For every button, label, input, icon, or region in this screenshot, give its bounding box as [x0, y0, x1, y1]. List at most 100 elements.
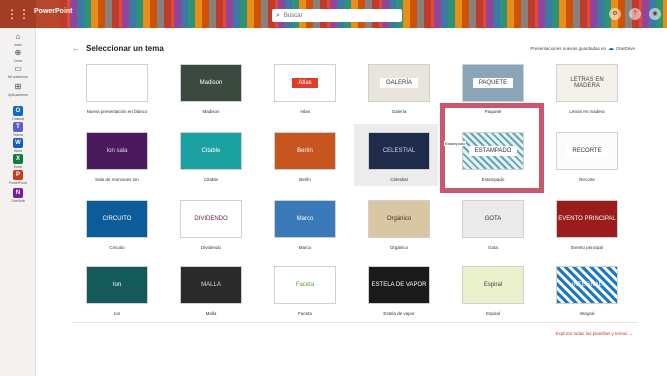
theme-label: Espiral	[486, 311, 500, 316]
theme-thumbnail[interactable]: INTEGRAL	[556, 266, 618, 304]
theme-tile-faceta[interactable]: Faceta Faceta	[263, 266, 347, 316]
theme-thumbnail-text: CELESTIAL	[382, 148, 416, 154]
theme-tile-recorte[interactable]: RECORTE Recorte	[545, 132, 629, 182]
theme-label: Faceta	[298, 311, 312, 316]
theme-thumbnail[interactable]: GALERÍA	[368, 64, 430, 102]
rail-item-outlook[interactable]: O Outlook	[0, 106, 36, 121]
theme-thumbnail[interactable]: EVENTO PRINCIPAL	[556, 200, 618, 238]
rail-item-word[interactable]: W Word	[0, 138, 36, 153]
rail-item-label: Teams	[12, 133, 24, 137]
rail-item-files[interactable]: ▭ Mi contenido	[0, 64, 36, 79]
theme-thumbnail-text: ESTELA DE VAPOR	[371, 282, 427, 288]
app-launcher-icon[interactable]: ⋮⋮	[0, 0, 36, 28]
theme-tile-madison[interactable]: Madison Madison	[169, 64, 253, 114]
page-title: Seleccionar un tema	[86, 44, 164, 53]
theme-tile-dividendo[interactable]: DIVIDENDO Dividendo	[169, 200, 253, 250]
theme-tooltip: Estampado	[444, 141, 467, 146]
theme-label: Galería	[391, 109, 407, 114]
theme-thumbnail[interactable]: Atlas	[274, 64, 336, 102]
theme-tile-atlas[interactable]: Atlas Atlas	[263, 64, 347, 114]
theme-label: Malla	[205, 311, 217, 316]
theme-thumbnail[interactable]: GOTA	[462, 200, 524, 238]
theme-label: Atlas	[299, 109, 310, 114]
theme-thumbnail-text: GOTA	[484, 216, 502, 222]
theme-thumbnail-text: Espiral	[483, 282, 503, 288]
help-icon[interactable]: ?	[629, 8, 641, 20]
account-avatar[interactable]: ◉	[649, 8, 661, 20]
theme-tile-organico[interactable]: Orgánico Orgánico	[357, 200, 441, 250]
theme-thumbnail[interactable]: Faceta	[274, 266, 336, 304]
create-icon: ⊕	[14, 48, 22, 57]
theme-tile-circuito[interactable]: CIRCUITO Circuito	[75, 200, 159, 250]
app-name[interactable]: PowerPoint	[34, 8, 73, 15]
rail-item-onenote[interactable]: N OneNote	[0, 188, 36, 203]
rail-item-powerpoint[interactable]: P PowerPoint	[0, 170, 36, 185]
rail-item-apps[interactable]: ⊞ Aplicaciones	[0, 82, 36, 97]
back-arrow-icon[interactable]: ←	[72, 44, 80, 53]
rail-item-create[interactable]: ⊕ Crear	[0, 48, 36, 63]
selection-highlight-box	[440, 103, 544, 193]
theme-tile-ion-sala[interactable]: Ion sala Sala de reuniones Ion	[75, 132, 159, 182]
theme-thumbnail-text: Marco	[296, 216, 314, 222]
theme-thumbnail-text: PAQUETE	[472, 78, 514, 88]
theme-tile-evento[interactable]: EVENTO PRINCIPAL Evento principal	[545, 200, 629, 250]
theme-thumbnail[interactable]: PAQUETE	[462, 64, 524, 102]
theme-thumbnail-text: Madison	[199, 80, 223, 86]
theme-thumbnail-text: Berlín	[297, 148, 313, 154]
theme-label: Dividendo	[200, 245, 221, 250]
theme-thumbnail-text: LETRAS EN MADERA	[570, 77, 604, 89]
theme-thumbnail[interactable]: Madison	[180, 64, 242, 102]
rail-item-home[interactable]: ⌂ Inicio	[0, 32, 36, 47]
theme-thumbnail[interactable]: Ion	[86, 266, 148, 304]
powerpoint-icon: P	[13, 170, 23, 180]
theme-thumbnail[interactable]: Citable	[180, 132, 242, 170]
rail-item-label: OneNote	[10, 199, 25, 203]
excel-icon: X	[13, 154, 23, 164]
theme-thumbnail[interactable]	[86, 64, 148, 102]
theme-label: Ion	[113, 311, 121, 316]
theme-tile-malla[interactable]: MALLA Malla	[169, 266, 253, 316]
home-icon: ⌂	[15, 32, 21, 41]
theme-thumbnail[interactable]: Marco	[274, 200, 336, 238]
theme-tile-gota[interactable]: GOTA Gota	[451, 200, 535, 250]
theme-tile-estela[interactable]: ESTELA DE VAPOR Estela de vapor	[357, 266, 441, 316]
theme-tile-galeria[interactable]: GALERÍA Galería	[357, 64, 441, 114]
theme-tile-blank[interactable]: Nueva presentación en blanco	[75, 64, 159, 114]
rail-item-excel[interactable]: X Excel	[0, 154, 36, 169]
rail-item-label: Outlook	[11, 117, 25, 121]
outlook-icon: O	[13, 106, 23, 116]
onedrive-label: OneDrive	[615, 46, 635, 51]
theme-tile-citable[interactable]: Citable Citable	[169, 132, 253, 182]
theme-tile-madera[interactable]: LETRAS EN MADERA Letras en madera	[545, 64, 629, 114]
theme-label: Letras en madera	[569, 109, 605, 114]
search-input[interactable]: ⌕ Buscar	[272, 9, 402, 22]
divider	[72, 322, 638, 323]
theme-thumbnail[interactable]: LETRAS EN MADERA	[556, 64, 618, 102]
theme-label: Integral	[579, 311, 595, 316]
rail-item-label: Mi contenido	[8, 75, 28, 79]
settings-icon[interactable]: ⚙	[609, 8, 621, 20]
theme-label: Berlín	[299, 177, 311, 182]
theme-tile-marco[interactable]: Marco Marco	[263, 200, 347, 250]
theme-thumbnail-text: Atlas	[292, 78, 318, 88]
theme-thumbnail[interactable]: Espiral	[462, 266, 524, 304]
theme-thumbnail[interactable]: Berlín	[274, 132, 336, 170]
theme-thumbnail[interactable]: Orgánico	[368, 200, 430, 238]
rail-item-teams[interactable]: T Teams	[0, 122, 36, 137]
theme-thumbnail[interactable]: DIVIDENDO	[180, 200, 242, 238]
theme-thumbnail[interactable]: MALLA	[180, 266, 242, 304]
theme-tile-espiral[interactable]: Espiral Espiral	[451, 266, 535, 316]
theme-label: Marco	[298, 245, 312, 250]
theme-tile-integral[interactable]: INTEGRAL Integral	[545, 266, 629, 316]
theme-tile-ion[interactable]: Ion Ion	[75, 266, 159, 316]
theme-thumbnail[interactable]: ESTELA DE VAPOR	[368, 266, 430, 304]
theme-thumbnail[interactable]: Ion sala	[86, 132, 148, 170]
theme-tile-berlin[interactable]: Berlín Berlín	[263, 132, 347, 182]
theme-label: Nueva presentación en blanco	[86, 109, 148, 114]
theme-thumbnail[interactable]: CIRCUITO	[86, 200, 148, 238]
theme-thumbnail[interactable]: CELESTIAL	[368, 132, 430, 170]
search-icon: ⌕	[276, 11, 280, 19]
theme-tile-celestial[interactable]: CELESTIAL Celestial	[357, 132, 441, 182]
explore-templates-link[interactable]: Explorar todas las plantillas y temas →	[555, 331, 633, 336]
theme-thumbnail[interactable]: RECORTE	[556, 132, 618, 170]
